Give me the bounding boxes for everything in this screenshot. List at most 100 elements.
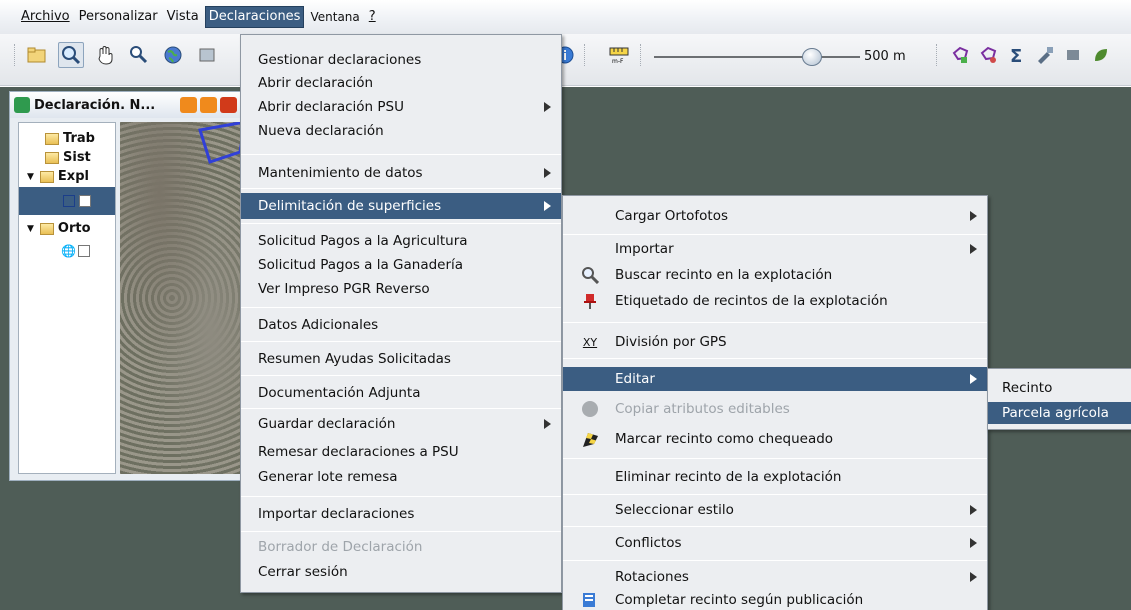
declaraciones-dropdown: Gestionar declaraciones Abrir declaració… [240,34,562,593]
menu-item-seleccionar-estilo[interactable]: Seleccionar estilo [563,500,987,520]
menu-divider [563,458,987,459]
menu-item-generar-lote-remesa[interactable]: Generar lote remesa [241,467,561,487]
menu-item-solicitud-pagos-ganaderia[interactable]: Solicitud Pagos a la Ganadería [241,255,561,275]
tree-item-expl[interactable]: ▼ Expl [27,167,89,186]
measure-icon[interactable]: m-F [606,42,632,68]
menu-item-division-gps[interactable]: XY División por GPS [563,331,987,353]
submenu-arrow-icon [970,374,977,384]
submenu-arrow-icon [544,102,551,112]
toolbar-separator [584,44,586,66]
deselect-polygon-icon[interactable] [976,42,1002,68]
menu-item-importar-declaraciones[interactable]: Importar declaraciones [241,503,561,525]
menu-item-cargar-ortofotos[interactable]: Cargar Ortofotos [563,206,987,226]
pan-hand-icon[interactable] [92,42,118,68]
menu-divider [241,154,561,155]
menu-declaraciones[interactable]: Declaraciones [204,6,305,28]
menu-divider [241,341,561,342]
submenu-arrow-icon [970,572,977,582]
declaration-window: Declaración. N... Trab Sist ▼ Expl ▼ Ort… [9,91,250,481]
menu-ventana[interactable]: Ventana [307,7,362,27]
menu-item-solicitud-pagos-agricultura[interactable]: Solicitud Pagos a la Agricultura [241,231,561,251]
menu-item-guardar-declaracion[interactable]: Guardar declaración [241,414,561,434]
menu-item-copiar-atributos: Copiar atributos editables [563,398,987,420]
menu-item-importar[interactable]: Importar [563,239,987,259]
svg-text:Σ: Σ [1010,46,1022,65]
edit-icon[interactable] [1060,42,1086,68]
tree-item-trab[interactable]: Trab [45,129,95,148]
layer-checkbox[interactable] [77,244,90,257]
submenu-arrow-icon [544,419,551,429]
menu-item-abrir-declaracion[interactable]: Abrir declaración [241,74,561,92]
zoom-icon[interactable] [58,42,84,68]
layer-checkbox[interactable] [79,195,91,207]
globe-icon[interactable] [160,42,186,68]
menu-item-delimitacion-superficies[interactable]: Delimitación de superficies [241,193,561,219]
menu-item-marcar-chequeado[interactable]: Marcar recinto como chequeado [563,428,987,450]
menu-item-eliminar-recinto[interactable]: Eliminar recinto de la explotación [563,466,987,488]
menu-item-parcela-agricola[interactable]: Parcela agrícola [988,402,1131,424]
menu-item-datos-adicionales[interactable]: Datos Adicionales [241,314,561,336]
menu-item-remesar-declaraciones[interactable]: Remesar declaraciones a PSU [241,442,561,462]
menu-item-resumen-ayudas[interactable]: Resumen Ayudas Solicitadas [241,348,561,370]
menu-divider [241,223,561,224]
menu-item-gestionar-declaraciones[interactable]: Gestionar declaraciones [241,51,561,69]
tree-item-sist[interactable]: Sist [45,148,91,167]
tools-icon[interactable] [1032,42,1058,68]
menu-divider [563,322,987,323]
menu-item-conflictos[interactable]: Conflictos [563,533,987,553]
expand-arrow-icon[interactable]: ▼ [27,172,34,182]
app-icon [14,97,30,113]
menu-item-borrador-declaracion: Borrador de Declaración [258,539,423,555]
open-folder-icon[interactable] [24,42,50,68]
open-folder-icon [39,222,54,235]
tree-item-selected-layer[interactable] [19,187,115,215]
publication-icon [579,589,601,610]
submenu-arrow-icon [544,201,551,211]
menu-divider [563,358,987,359]
submenu-arrow-icon [970,505,977,515]
sum-icon[interactable]: Σ [1004,42,1030,68]
leaf-icon[interactable] [1088,42,1114,68]
menu-archivo[interactable]: Archivo [18,7,73,27]
magnifier-icon [579,264,601,286]
aerial-orthophoto-preview[interactable] [120,122,250,474]
scale-label: 500 m [864,49,906,64]
folder-icon [45,151,59,164]
tree-item-ortofoto[interactable]: 🌐 [61,241,90,260]
zoom-scale-slider-thumb[interactable] [802,48,822,66]
layer-color-swatch [63,195,75,207]
menu-item-nueva-declaracion[interactable]: Nueva declaración [241,122,561,140]
expand-arrow-icon[interactable]: ▼ [27,224,34,234]
menu-item-documentacion-adjunta[interactable]: Documentación Adjunta [241,382,561,404]
menu-item-completar-recinto[interactable]: Completar recinto según publicación [563,590,987,610]
menu-help[interactable]: ? [366,7,379,27]
menu-divider [563,234,987,235]
menu-item-recinto[interactable]: Recinto [988,378,1131,398]
menu-item-abrir-declaracion-psu[interactable]: Abrir declaración PSU [241,98,561,116]
pin-icon [579,290,601,312]
menu-vista[interactable]: Vista [164,7,202,27]
select-polygon-icon[interactable] [948,42,974,68]
identify-zoom-icon[interactable] [126,42,152,68]
zoom-scale-slider[interactable] [654,56,860,58]
menu-item-buscar-recinto[interactable]: Buscar recinto en la explotación [563,264,987,286]
toolbar: m-F 500 m Σ [0,34,1131,86]
tree-item-orto[interactable]: ▼ Orto [27,219,91,238]
checkered-flag-icon [579,428,601,450]
menu-item-rotaciones[interactable]: Rotaciones [563,567,987,587]
menu-divider [241,408,561,409]
menu-item-cerrar-sesion[interactable]: Cerrar sesión [241,562,561,582]
menu-divider [241,307,561,308]
menu-item-etiquetado-recintos[interactable]: Etiquetado de recintos de la explotación [563,290,987,312]
menu-divider [241,496,561,497]
delimitacion-submenu: Cargar Ortofotos Importar Buscar recinto… [562,195,988,610]
maximize-icon[interactable] [200,97,217,113]
menu-item-editar[interactable]: Editar [563,367,987,391]
close-icon[interactable] [220,97,237,113]
menu-item-mantenimiento-datos[interactable]: Mantenimiento de datos [241,163,561,183]
layer-icon[interactable] [194,42,220,68]
menu-item-ver-impreso-pgr[interactable]: Ver Impreso PGR Reverso [241,279,561,299]
menu-personalizar[interactable]: Personalizar [76,7,161,27]
minimize-icon[interactable] [180,97,197,113]
menu-divider [241,375,561,376]
